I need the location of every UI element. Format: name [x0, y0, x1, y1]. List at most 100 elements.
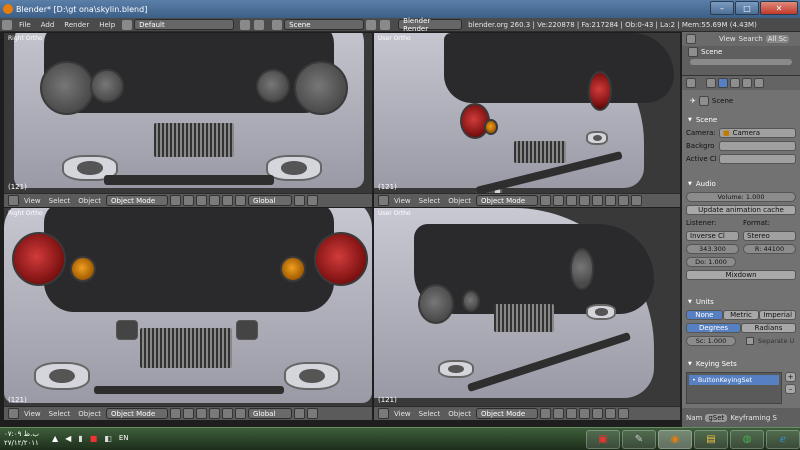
editor-type-icon[interactable]: [378, 195, 389, 206]
taskbar-app-blender-icon[interactable]: ◉: [658, 430, 692, 449]
add-layout-icon[interactable]: [240, 19, 251, 30]
pivot-icon[interactable]: [553, 195, 565, 206]
rotate-icon[interactable]: [592, 195, 604, 206]
pivot-icon[interactable]: [183, 408, 195, 419]
menu-help[interactable]: Help: [94, 21, 120, 29]
background-field[interactable]: [719, 140, 796, 151]
update-animation-cache-button[interactable]: Update animation cache: [686, 204, 796, 215]
rotation-radians-button[interactable]: Radians: [741, 322, 796, 333]
texture-tab-icon[interactable]: [754, 78, 764, 88]
translate-icon[interactable]: [579, 195, 591, 206]
remove-layout-icon[interactable]: [254, 19, 265, 30]
rotate-icon[interactable]: [222, 195, 234, 206]
mode-selector[interactable]: Object Mode: [106, 408, 169, 419]
rotate-icon[interactable]: [222, 408, 234, 419]
render-engine-selector[interactable]: Blender Render: [398, 17, 463, 33]
action-center-icon[interactable]: ◧: [104, 434, 112, 443]
editor-type-icon[interactable]: [686, 78, 696, 88]
layers-icon[interactable]: [294, 195, 306, 206]
select-menu[interactable]: Select: [46, 410, 74, 418]
format-dropdown[interactable]: Stereo: [743, 230, 796, 241]
taskbar-clock[interactable]: ۰۷:۰۹ ب.ظ ۲۷/۱۲/۲۰۱۱: [4, 430, 39, 448]
view-menu[interactable]: View: [21, 197, 44, 205]
keying-set-list[interactable]: • ButtonKeyingSet: [686, 372, 782, 404]
rotate-icon[interactable]: [592, 408, 604, 419]
mode-selector[interactable]: Object Mode: [106, 195, 169, 206]
shading-icon[interactable]: [540, 195, 552, 206]
rotation-degrees-button[interactable]: Degrees: [686, 322, 741, 333]
shading-icon[interactable]: [170, 408, 182, 419]
pin-icon[interactable]: ✈: [690, 97, 696, 105]
object-menu[interactable]: Object: [445, 410, 474, 418]
rate-field[interactable]: R: 44100: [743, 243, 796, 254]
keying-sets-panel-header[interactable]: Keying Sets: [682, 358, 800, 370]
translate-icon[interactable]: [209, 195, 221, 206]
scale-icon[interactable]: [605, 408, 617, 419]
manipulator-icon[interactable]: [196, 408, 208, 419]
object-tab-icon[interactable]: [742, 78, 752, 88]
taskbar-app-toolbox-icon[interactable]: ▣: [586, 430, 620, 449]
manipulator-icon[interactable]: [566, 408, 578, 419]
editor-type-icon[interactable]: [8, 408, 19, 419]
snap-icon[interactable]: [307, 408, 319, 419]
outliner-view-menu[interactable]: View: [719, 35, 736, 43]
editor-type-icon[interactable]: [686, 34, 696, 44]
view-menu[interactable]: View: [391, 410, 414, 418]
object-menu[interactable]: Object: [75, 410, 104, 418]
maximize-button[interactable]: □: [735, 1, 759, 15]
remove-scene-icon[interactable]: [380, 19, 391, 30]
translate-icon[interactable]: [209, 408, 221, 419]
scale-icon[interactable]: [605, 195, 617, 206]
select-menu[interactable]: Select: [416, 410, 444, 418]
view-menu[interactable]: View: [21, 410, 44, 418]
render-tab-icon[interactable]: [706, 78, 716, 88]
units-panel-header[interactable]: Units: [682, 296, 800, 308]
shading-icon[interactable]: [540, 408, 552, 419]
taskbar-app-chrome-icon[interactable]: ◍: [730, 430, 764, 449]
menu-add[interactable]: Add: [36, 21, 60, 29]
scene-tab-icon[interactable]: [718, 78, 728, 88]
viewport-right-ortho-top[interactable]: Right Ortho (121): [4, 33, 372, 193]
active-clip-field[interactable]: [719, 153, 796, 164]
select-menu[interactable]: Select: [416, 197, 444, 205]
mixdown-button[interactable]: Mixdown: [686, 269, 796, 280]
menu-render[interactable]: Render: [59, 21, 94, 29]
scale-icon[interactable]: [235, 408, 247, 419]
orientation-selector[interactable]: Global: [248, 408, 293, 419]
network-icon[interactable]: ▮: [78, 434, 82, 443]
manipulator-icon[interactable]: [196, 195, 208, 206]
unit-imperial-button[interactable]: Imperial: [759, 309, 797, 320]
shading-icon[interactable]: [170, 195, 182, 206]
add-keying-set-button[interactable]: +: [785, 372, 796, 382]
snap-icon[interactable]: [307, 195, 319, 206]
viewport-user-ortho-top[interactable]: User Ortho (121): [374, 33, 680, 193]
editor-type-icon[interactable]: [2, 19, 12, 30]
scene-icon[interactable]: [272, 19, 283, 30]
speed-field[interactable]: 343.300: [686, 243, 739, 254]
pivot-icon[interactable]: [553, 408, 565, 419]
taskbar-app-media-icon[interactable]: ✎: [622, 430, 656, 449]
world-tab-icon[interactable]: [730, 78, 740, 88]
scale-icon[interactable]: [235, 195, 247, 206]
separate-units-checkbox[interactable]: [746, 336, 754, 345]
add-scene-icon[interactable]: [366, 19, 377, 30]
close-button[interactable]: ✕: [760, 1, 798, 15]
object-menu[interactable]: Object: [75, 197, 104, 205]
minimize-button[interactable]: –: [710, 1, 734, 15]
outliner-search-menu[interactable]: Search: [739, 35, 763, 43]
keying-set-item[interactable]: • ButtonKeyingSet: [689, 375, 779, 385]
translate-icon[interactable]: [579, 408, 591, 419]
menu-file[interactable]: File: [14, 21, 36, 29]
screen-layout-icon[interactable]: [122, 19, 133, 30]
outliner-scrollbar[interactable]: [690, 59, 792, 65]
mode-selector[interactable]: Object Mode: [476, 195, 539, 206]
layout-selector[interactable]: Default: [134, 19, 235, 30]
taskbar-app-explorer-icon[interactable]: ▤: [694, 430, 728, 449]
outliner-item-scene[interactable]: Scene: [682, 46, 800, 57]
scene-panel-header[interactable]: Scene: [682, 114, 800, 126]
select-menu[interactable]: Select: [46, 197, 74, 205]
unit-scale-field[interactable]: Sc: 1.000: [686, 335, 736, 346]
orientation-selector[interactable]: Global: [248, 195, 293, 206]
scene-selector[interactable]: Scene: [284, 19, 365, 30]
name-field[interactable]: gSet: [705, 413, 728, 422]
